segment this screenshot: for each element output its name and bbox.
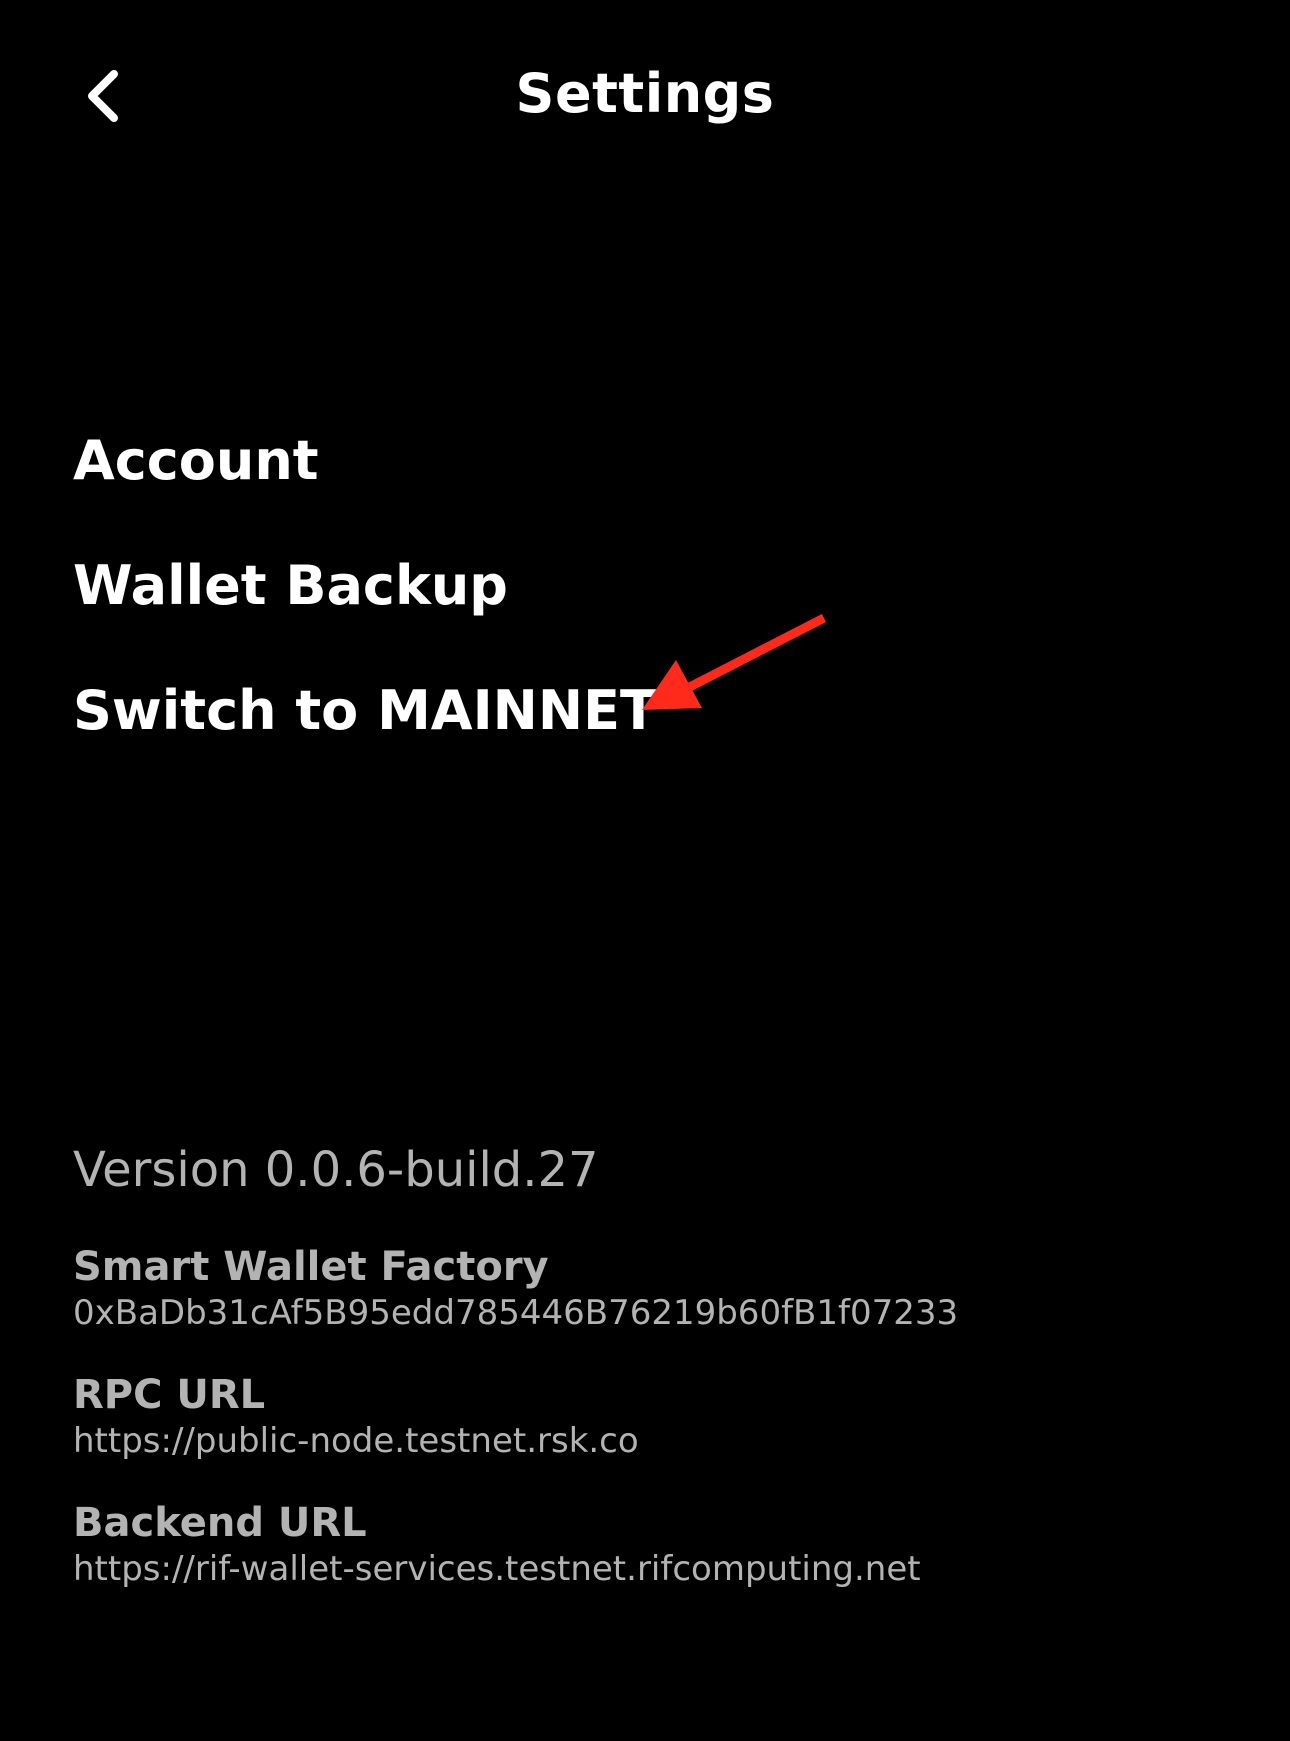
backend-url-value: https://rif-wallet-services.testnet.rifc… — [73, 1549, 921, 1589]
menu-item-label: Account — [73, 429, 319, 492]
page-title: Settings — [515, 62, 775, 125]
menu-item-account[interactable]: Account — [73, 425, 973, 550]
smart-wallet-factory-label: Smart Wallet Factory — [73, 1244, 549, 1290]
version-text: Version 0.0.6-build.27 — [73, 1142, 599, 1198]
smart-wallet-factory-block: Smart Wallet Factory 0xBaDb31cAf5B95edd7… — [73, 1242, 1223, 1334]
rpc-url-label: RPC URL — [73, 1372, 266, 1418]
backend-url-label: Backend URL — [73, 1500, 367, 1546]
rpc-url-block: RPC URL https://public-node.testnet.rsk.… — [73, 1370, 1223, 1462]
app-info: Version 0.0.6-build.27 Smart Wallet Fact… — [73, 1140, 1223, 1626]
menu-item-wallet-backup[interactable]: Wallet Backup — [73, 550, 973, 675]
menu-item-switch-network[interactable]: Switch to MAINNET — [73, 675, 973, 800]
menu-item-label: Wallet Backup — [73, 554, 508, 617]
smart-wallet-factory-address: 0xBaDb31cAf5B95edd785446B76219b60fB1f072… — [73, 1293, 959, 1333]
settings-menu: Account Wallet Backup Switch to MAINNET — [73, 425, 973, 800]
menu-item-label: Switch to MAINNET — [73, 679, 657, 742]
red-arrow-icon — [642, 613, 827, 710]
backend-url-block: Backend URL https://rif-wallet-services.… — [73, 1498, 1223, 1590]
header: Settings — [0, 0, 1290, 190]
rpc-url-value: https://public-node.testnet.rsk.co — [73, 1421, 639, 1461]
